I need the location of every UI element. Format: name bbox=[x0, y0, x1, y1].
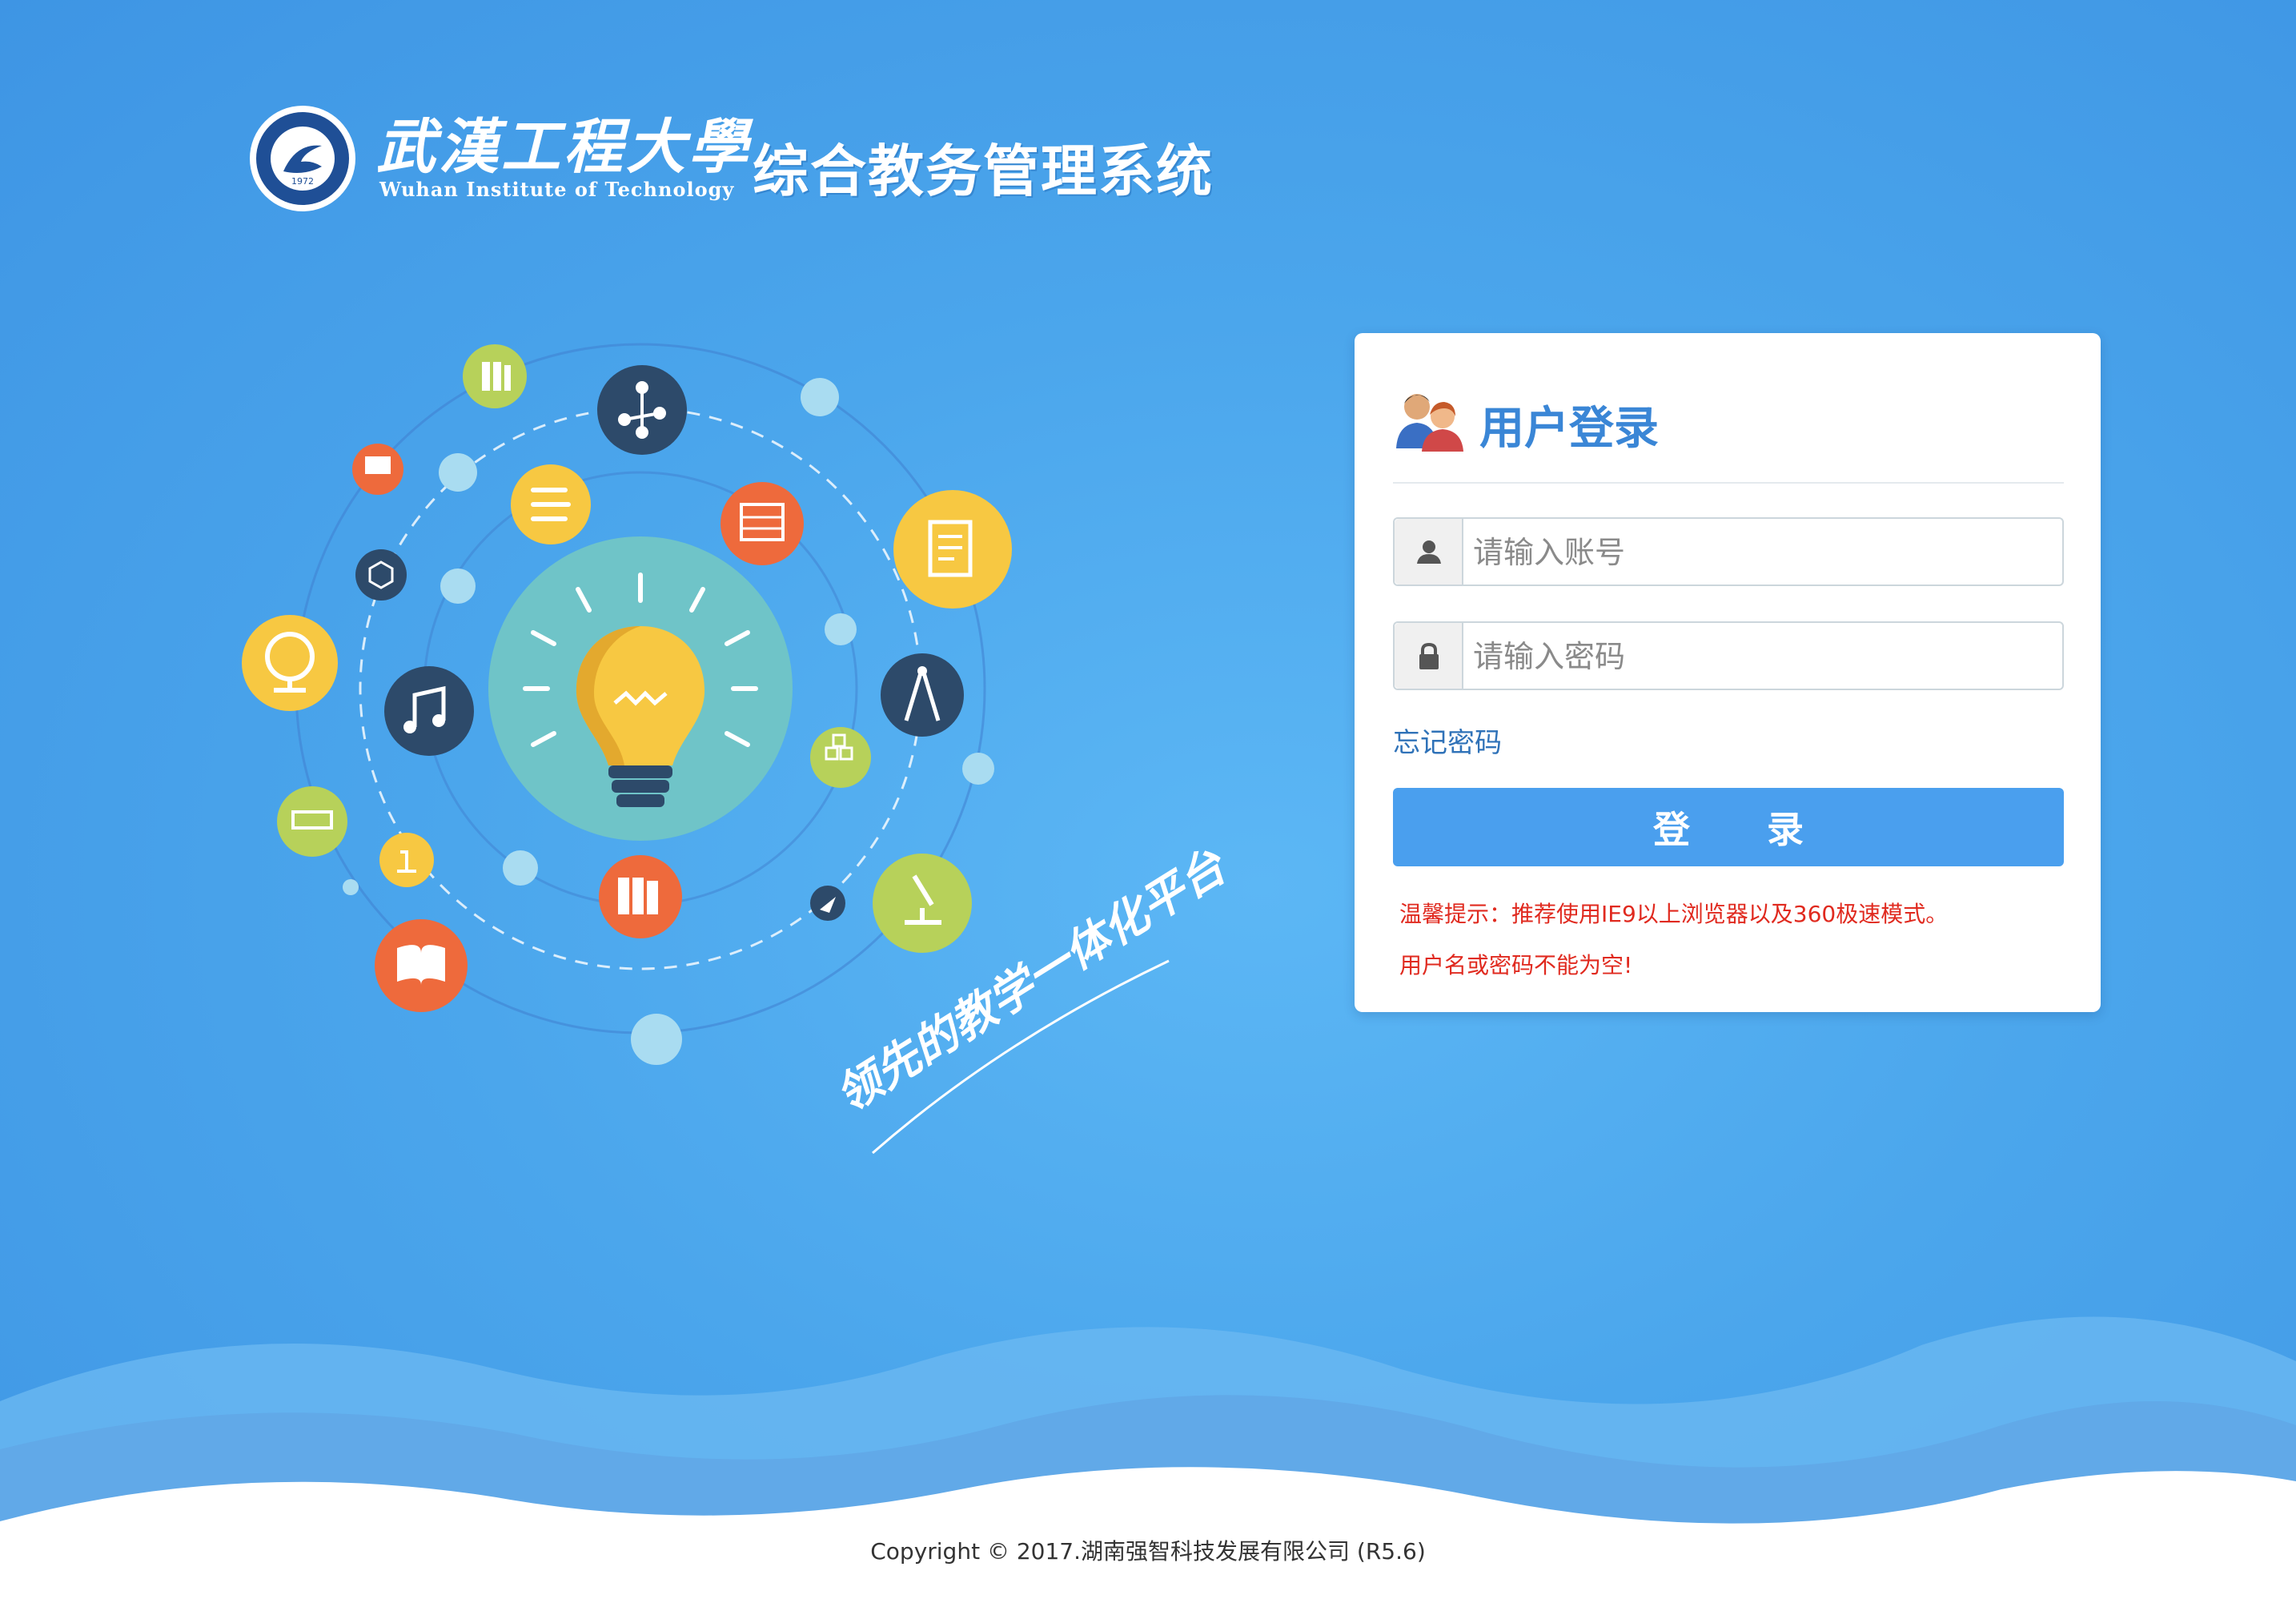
abacus-icon bbox=[721, 482, 804, 565]
header: 1972 武漢工程大學 Wuhan Institute of Technolog… bbox=[248, 96, 1289, 216]
login-panel: 用户登录 忘记密码 登 录 温馨提示：推荐使用IE9以上浏览器以及360极速模式… bbox=[1355, 333, 2101, 1012]
login-title: 用户登录 bbox=[1479, 403, 1659, 455]
cart-icon bbox=[277, 786, 347, 857]
open-book-icon bbox=[375, 919, 468, 1012]
error-message: 用户名或密码不能为空! bbox=[1399, 952, 1633, 978]
password-field bbox=[1393, 621, 2064, 690]
globe-icon bbox=[242, 615, 338, 711]
user-icon bbox=[1417, 540, 1441, 564]
books-icon bbox=[463, 344, 527, 408]
blocks-icon bbox=[810, 727, 871, 788]
divider bbox=[1393, 482, 2064, 484]
school-name-cn: 武漢工程大學 bbox=[376, 113, 751, 182]
username-addon bbox=[1395, 519, 1463, 585]
password-addon bbox=[1395, 623, 1463, 689]
users-icon bbox=[1396, 394, 1463, 452]
svg-text:1972: 1972 bbox=[291, 176, 314, 187]
lightbulb-icon bbox=[488, 536, 793, 841]
hexagon-icon bbox=[355, 549, 407, 601]
forgot-password-link[interactable]: 忘记密码 bbox=[1393, 721, 1502, 760]
music-note-icon bbox=[384, 666, 474, 756]
paper-plane-icon bbox=[810, 886, 845, 921]
lamp-icon bbox=[379, 833, 434, 887]
microscope-icon bbox=[873, 854, 972, 953]
books-shelf-icon bbox=[599, 855, 682, 938]
username-field bbox=[1393, 517, 2064, 586]
school-seal-logo: 1972 bbox=[250, 106, 355, 211]
basketball-hoop-icon bbox=[352, 444, 403, 495]
password-input[interactable] bbox=[1471, 623, 2051, 690]
login-button[interactable]: 登 录 bbox=[1393, 788, 2064, 866]
browser-tip: 温馨提示：推荐使用IE9以上浏览器以及360极速模式。 bbox=[1399, 901, 1949, 927]
copyright-text: Copyright © 2017.湖南强智科技发展有限公司 (R5.6) bbox=[870, 1538, 1426, 1565]
compass-icon bbox=[881, 653, 964, 737]
wave-decoration bbox=[0, 1316, 2296, 1611]
lock-icon bbox=[1419, 642, 1439, 669]
school-name-en: Wuhan Institute of Technology bbox=[379, 178, 735, 201]
document-check-icon bbox=[893, 490, 1012, 609]
education-illustration: 领先的教学一体化平台 bbox=[242, 343, 1237, 1155]
system-title: 综合教务管理系统 bbox=[753, 139, 1214, 204]
stack-icon bbox=[511, 464, 591, 544]
username-input[interactable] bbox=[1471, 519, 2051, 586]
molecule-icon bbox=[597, 365, 687, 455]
